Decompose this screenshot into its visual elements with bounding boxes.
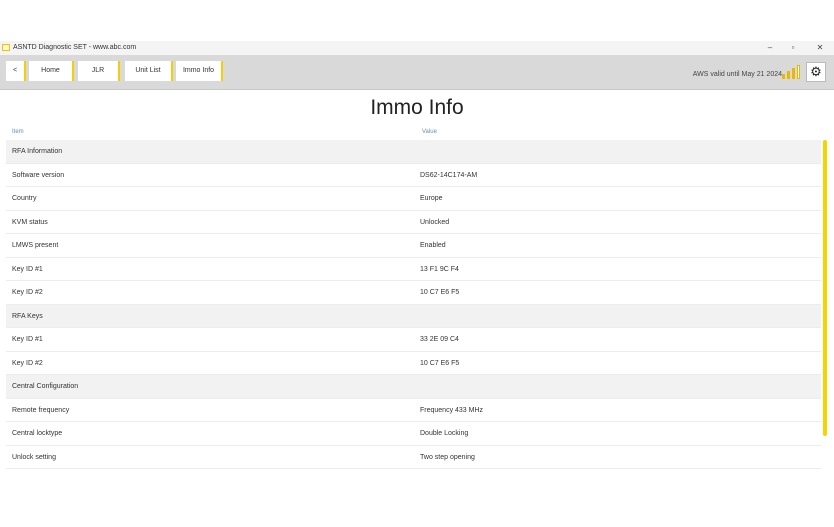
license-status: AWS valid until May 21 2024: [692, 71, 782, 78]
vertical-scrollbar[interactable]: [823, 140, 827, 436]
table-row: Key ID #2 10 C7 E6 F5: [6, 352, 821, 375]
back-button[interactable]: <: [6, 61, 26, 81]
column-header-item: Item: [12, 129, 24, 135]
row-value: 10 C7 E6 F5: [420, 289, 460, 296]
row-label: Key ID #1: [12, 265, 43, 273]
tab-unit-list[interactable]: Unit List: [125, 61, 173, 81]
row-value: 10 C7 E6 F5: [420, 359, 460, 367]
table-row: Key ID #1 13 F1 9C F4: [6, 258, 821, 281]
section-header-row: Central Configuration: [6, 375, 821, 399]
table-row: Country Europe: [6, 187, 821, 211]
row-value: 13 F1 9C F4: [420, 265, 459, 273]
tab-jlr[interactable]: JLR: [78, 61, 120, 81]
maximize-button[interactable]: ▫: [786, 41, 800, 55]
home-button[interactable]: Home: [29, 61, 74, 81]
table-row: Remote frequency Frequency 433 MHz: [6, 399, 821, 422]
row-value: Two step opening: [420, 453, 475, 461]
row-value: Europe: [420, 195, 443, 202]
signal-strength-icon: [782, 65, 802, 79]
row-value: Frequency 433 MHz: [420, 406, 484, 414]
row-label: RFA Keys: [12, 312, 43, 320]
row-value: Enabled: [420, 242, 446, 249]
tab-immo-info[interactable]: Immo Info: [176, 61, 223, 81]
row-value: Double Locking: [420, 430, 469, 437]
row-label: Key ID #1: [12, 336, 43, 343]
row-label: Country: [12, 195, 37, 202]
table-row: Key ID #2 10 C7 E6 F5: [6, 281, 821, 305]
row-label: Central Configuration: [12, 383, 79, 390]
row-label: LMWS present: [12, 242, 59, 249]
row-value: 33 2E 09 C4: [420, 336, 459, 343]
table-row: Software version DS62-14C174-AM: [6, 164, 821, 187]
toolbar: < Home JLR Unit List Immo Info AWS valid…: [0, 55, 834, 90]
settings-gear-icon[interactable]: ⚙: [806, 62, 826, 82]
section-header-row: RFA Keys: [6, 304, 821, 328]
window-titlebar: ASNTD Diagnostic SET - www.abc.com – ▫ ✕: [0, 41, 834, 55]
page-title: Immo Info: [370, 96, 464, 119]
row-value: Unlocked: [420, 218, 450, 226]
row-label: KVM status: [12, 218, 48, 226]
row-label: Unlock setting: [12, 453, 56, 461]
immo-info-table: RFA Information Software version DS62-14C1…: [6, 140, 821, 469]
table-row: Key ID #1 33 2E 09 C4: [6, 328, 821, 352]
column-header-value: Value: [422, 129, 437, 135]
table-row: Central locktype Double Locking: [6, 422, 821, 446]
table-row: LMWS present Enabled: [6, 234, 821, 258]
table-row: Unlock setting Two step opening: [6, 446, 821, 469]
window-title: ASNTD Diagnostic SET - www.abc.com: [13, 44, 137, 51]
row-label: Remote frequency: [12, 406, 70, 414]
app-icon: [2, 44, 10, 51]
row-label: RFA Information: [12, 148, 63, 155]
section-header-row: RFA Information: [6, 140, 821, 164]
back-icon: <: [12, 67, 18, 74]
row-label: Key ID #2: [12, 289, 43, 296]
row-value: DS62-14C174-AM: [420, 171, 478, 179]
row-label: Software version: [12, 171, 65, 179]
close-button[interactable]: ✕: [813, 41, 827, 55]
row-label: Key ID #2: [12, 359, 43, 367]
table-row: KVM status Unlocked: [6, 211, 821, 234]
minimize-button[interactable]: –: [763, 41, 777, 55]
row-label: Central locktype: [12, 430, 63, 437]
